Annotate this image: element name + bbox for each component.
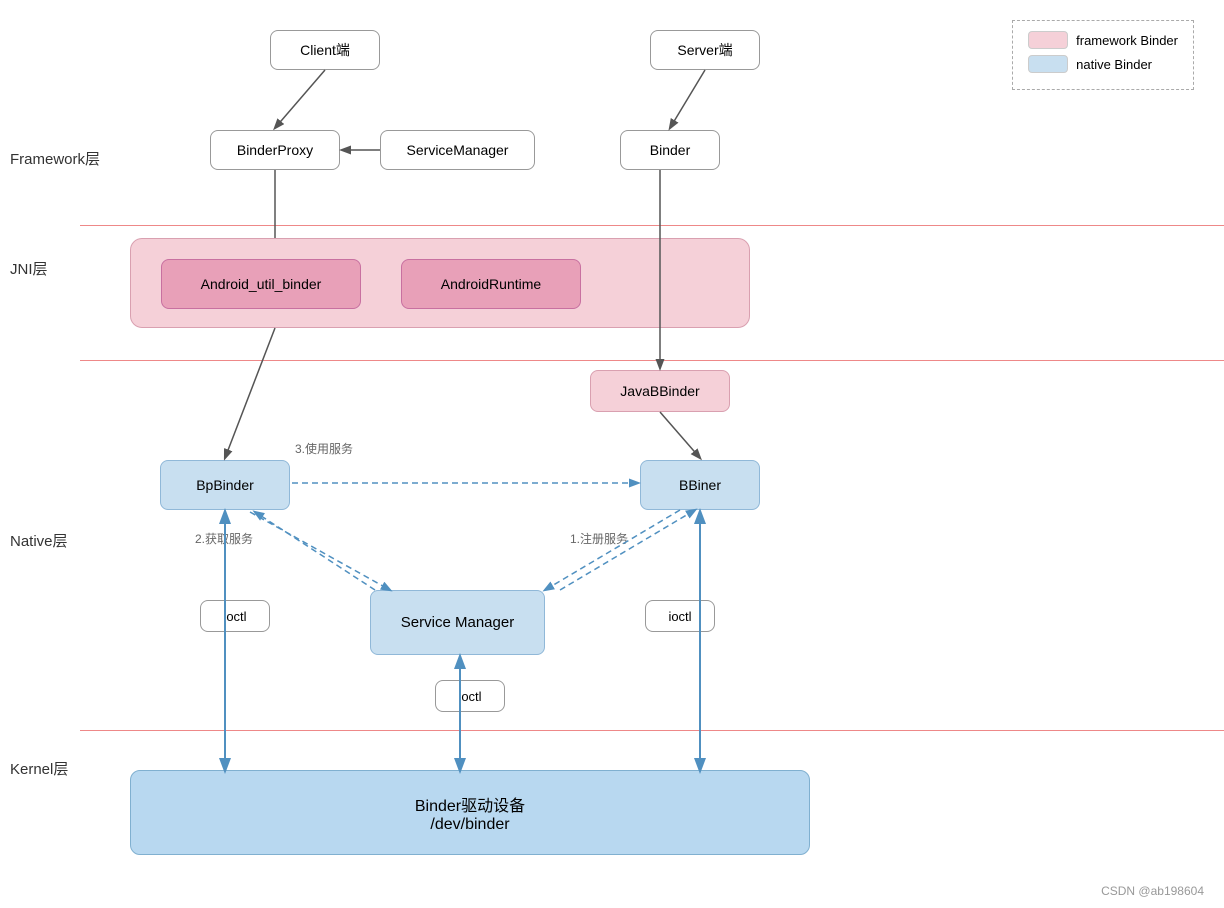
legend-framework-color xyxy=(1028,31,1068,49)
ioctl-right-node: ioctl xyxy=(645,600,715,632)
native-layer-label: Native层 xyxy=(10,530,68,551)
divider-jni-native xyxy=(80,360,1224,361)
java-bbinder-node: JavaBBinder xyxy=(590,370,730,412)
reg-service-label: 1.注册服务 xyxy=(570,530,628,547)
android-runtime-node: AndroidRuntime xyxy=(401,259,581,309)
ioctl-left-node: ioctl xyxy=(200,600,270,632)
framework-layer-label: Framework层 xyxy=(10,148,100,169)
binder-fw-node: Binder xyxy=(620,130,720,170)
kernel-layer-label: Kernel层 xyxy=(10,758,68,779)
legend-native-color xyxy=(1028,55,1068,73)
bp-binder-node: BpBinder xyxy=(160,460,290,510)
watermark: CSDN @ab198604 xyxy=(1101,884,1204,898)
server-node: Server端 xyxy=(650,30,760,70)
service-manager-fw-node: ServiceManager xyxy=(380,130,535,170)
use-service-label: 3.使用服务 xyxy=(295,440,353,457)
service-manager-node: Service Manager xyxy=(370,590,545,655)
binder-driver-node: Binder驱动设备 /dev/binder xyxy=(130,770,810,855)
legend-native: native Binder xyxy=(1028,55,1178,73)
client-node: Client端 xyxy=(270,30,380,70)
binder-proxy-node: BinderProxy xyxy=(210,130,340,170)
divider-framework-jni xyxy=(80,225,1224,226)
ioctl-bottom-node: ioctl xyxy=(435,680,505,712)
android-util-binder-node: Android_util_binder xyxy=(161,259,361,309)
bbinder-node: BBiner xyxy=(640,460,760,510)
diagram-container: Framework层 JNI层 Native层 Kernel层 Client端 … xyxy=(0,0,1224,908)
divider-native-kernel xyxy=(80,730,1224,731)
legend: framework Binder native Binder xyxy=(1012,20,1194,90)
jni-layer-label: JNI层 xyxy=(10,258,48,279)
legend-framework: framework Binder xyxy=(1028,31,1178,49)
get-service-label: 2.获取服务 xyxy=(195,530,253,547)
jni-container: Android_util_binder AndroidRuntime xyxy=(130,238,750,328)
